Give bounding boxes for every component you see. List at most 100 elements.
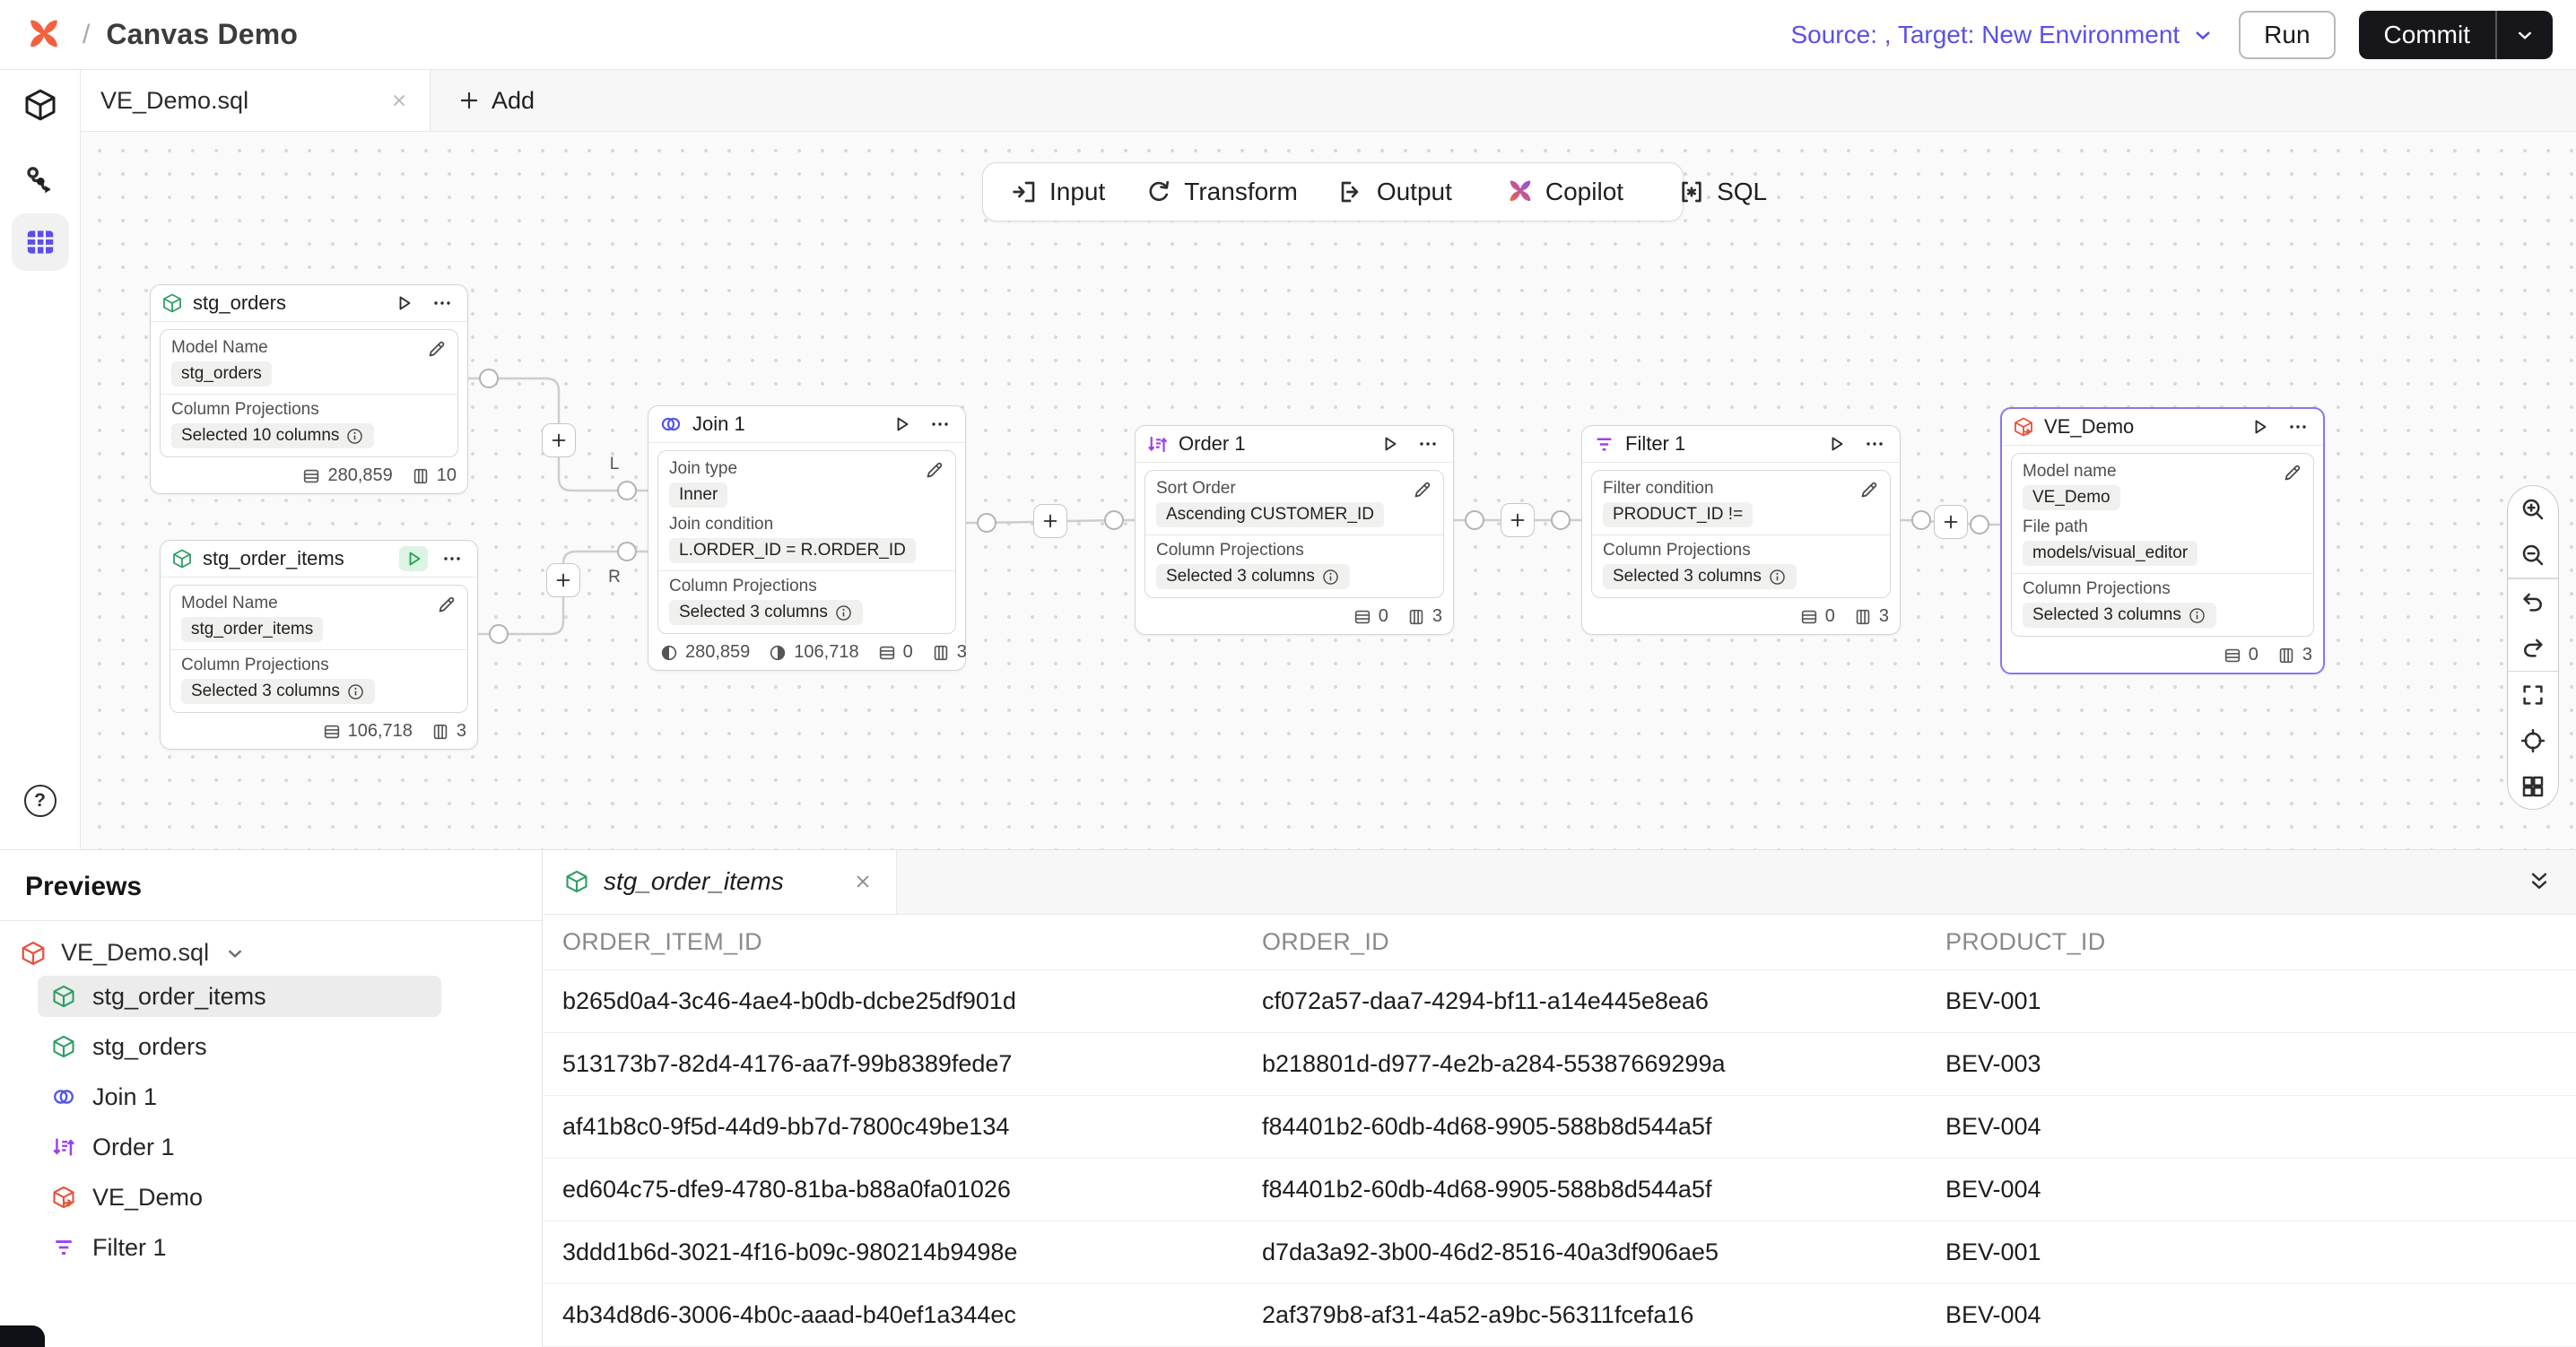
join-condition-pill[interactable]: L.ORDER_ID = R.ORDER_ID [669,538,916,563]
table-row[interactable]: 513173b7-82d4-4176-aa7f-99b8389fede7 b21… [543,1033,2576,1096]
output-port[interactable] [489,624,509,644]
fullscreen-icon[interactable] [2508,672,2558,717]
dbt-logo-icon[interactable] [25,16,63,54]
close-tab-icon[interactable] [388,90,410,111]
commit-button[interactable]: Commit [2359,11,2495,59]
add-node-on-edge-button[interactable] [1501,503,1535,537]
node-more-button[interactable] [926,412,954,437]
column-projections-pill[interactable]: Selected 3 columns [181,679,375,704]
column-projections-pill[interactable]: Selected 3 columns [669,600,863,625]
output-port[interactable] [1911,510,1931,530]
output-port[interactable] [479,369,499,388]
input-port[interactable] [1104,510,1124,530]
toolbar-transform-button[interactable]: Transform [1125,178,1318,206]
node-play-button[interactable] [399,546,428,571]
center-view-icon[interactable] [2508,717,2558,763]
run-button[interactable]: Run [2239,11,2335,59]
add-node-on-edge-button[interactable] [1033,504,1067,538]
zoom-out-icon[interactable] [2508,532,2558,578]
filter-condition-pill[interactable]: PRODUCT_ID != [1603,502,1753,527]
column-header-product-id[interactable]: PRODUCT_ID [1926,928,2576,956]
tree-item-stg-order-items[interactable]: stg_order_items [38,976,441,1017]
input-port[interactable] [1551,510,1571,530]
grid-layout-icon[interactable] [2508,763,2558,809]
node-more-button[interactable] [428,291,457,316]
canvas[interactable]: Input Transform Output [81,132,2576,849]
toolbar-output-button[interactable]: Output [1318,178,1472,206]
model-name-pill[interactable]: stg_orders [171,361,272,387]
input-port[interactable] [1970,515,1989,534]
output-port[interactable] [1465,510,1484,530]
edit-pencil-icon[interactable] [924,459,945,481]
add-node-on-edge-button[interactable] [542,423,576,457]
node-filter-1[interactable]: Filter 1 Filter condition PRODUCT_ID != … [1581,425,1901,635]
node-play-button[interactable] [1822,431,1850,456]
join-venn-icon [659,413,683,436]
models-cube-icon[interactable] [22,87,58,123]
output-port[interactable] [977,513,996,533]
node-order-1[interactable]: Order 1 Sort Order Ascending CUSTOMER_ID… [1135,425,1454,635]
help-icon[interactable]: ? [24,785,57,817]
node-more-button[interactable] [2284,414,2312,439]
table-row[interactable]: 4b34d8d6-3006-4b0c-aaad-b40ef1a344ec 2af… [543,1284,2576,1347]
edit-pencil-icon[interactable] [426,338,448,360]
tree-item-ve-demo[interactable]: VE_Demo [38,1177,441,1218]
node-ve-demo[interactable]: VE_Demo Model name VE_Demo File path mod… [2000,407,2325,674]
tree-item-join-1[interactable]: Join 1 [38,1076,441,1117]
file-path-pill[interactable]: models/visual_editor [2023,541,2197,566]
add-node-on-edge-button[interactable] [1934,505,1968,539]
column-projections-pill[interactable]: Selected 3 columns [1603,564,1797,589]
tree-parent-ve-demo-sql[interactable]: VE_Demo.sql [0,930,542,976]
column-header-order-id[interactable]: ORDER_ID [1242,928,1926,956]
tab-ve-demo-sql[interactable]: VE_Demo.sql [81,70,431,131]
toolbar-copilot-button[interactable]: Copilot [1486,178,1643,206]
edit-pencil-icon[interactable] [1858,479,1880,500]
edit-pencil-icon[interactable] [1412,479,1433,500]
table-row[interactable]: af41b8c0-9f5d-44d9-bb7d-7800c49be134 f84… [543,1096,2576,1159]
add-node-on-edge-button[interactable] [546,563,580,597]
add-tab-button[interactable]: Add [431,70,561,131]
close-preview-tab-icon[interactable] [851,870,875,893]
node-play-button[interactable] [2245,414,2274,439]
sort-order-pill[interactable]: Ascending CUSTOMER_ID [1156,502,1384,527]
join-left-input-port[interactable] [617,481,637,500]
node-play-button[interactable] [389,291,418,316]
collapse-panel-icon[interactable] [2526,850,2576,914]
node-play-button[interactable] [1375,431,1404,456]
table-row[interactable]: 3ddd1b6d-3021-4f16-b09c-980214b9498e d7d… [543,1221,2576,1284]
chevron-down-icon[interactable] [223,942,247,965]
join-type-pill[interactable]: Inner [669,482,727,508]
node-more-button[interactable] [1414,431,1442,456]
node-more-button[interactable] [438,546,466,571]
model-name-pill[interactable]: stg_order_items [181,617,323,642]
edit-pencil-icon[interactable] [2282,462,2303,483]
node-play-button[interactable] [887,412,916,437]
tree-item-filter-1[interactable]: Filter 1 [38,1227,441,1268]
lineage-flow-icon[interactable] [22,163,58,199]
column-projections-pill[interactable]: Selected 3 columns [1156,564,1350,589]
node-more-button[interactable] [1860,431,1889,456]
column-header-order-item-id[interactable]: ORDER_ITEM_ID [543,928,1242,956]
commit-button-group[interactable]: Commit [2359,11,2553,59]
toolbar-sql-button[interactable]: SQL [1658,178,1787,206]
environment-selector[interactable]: Source: , Target: New Environment [1790,21,2215,49]
commit-dropdown-button[interactable] [2495,11,2553,59]
table-view-icon[interactable] [12,213,69,271]
column-projections-pill[interactable]: Selected 3 columns [2023,603,2216,628]
node-join-1[interactable]: Join 1 Join type Inner Join condition L.… [648,405,966,671]
toolbar-input-button[interactable]: Input [990,178,1125,206]
node-stg-orders[interactable]: stg_orders Model Name stg_orders Column … [150,284,468,494]
table-row[interactable]: b265d0a4-3c46-4ae4-b0db-dcbe25df901d cf0… [543,970,2576,1033]
node-stg-order-items[interactable]: stg_order_items Model Name stg_order_ite… [160,540,478,750]
tree-item-order-1[interactable]: Order 1 [38,1126,441,1168]
column-projections-pill[interactable]: Selected 10 columns [171,423,374,448]
join-right-input-port[interactable] [617,542,637,561]
edit-pencil-icon[interactable] [436,594,457,615]
redo-icon[interactable] [2508,625,2558,671]
zoom-in-icon[interactable] [2508,486,2558,532]
model-name-pill[interactable]: VE_Demo [2023,485,2120,510]
table-row[interactable]: ed604c75-dfe9-4780-81ba-b88a0fa01026 f84… [543,1159,2576,1221]
undo-icon[interactable] [2508,579,2558,625]
preview-tab-stg-order-items[interactable]: stg_order_items [543,850,897,914]
tree-item-stg-orders[interactable]: stg_orders [38,1026,441,1067]
